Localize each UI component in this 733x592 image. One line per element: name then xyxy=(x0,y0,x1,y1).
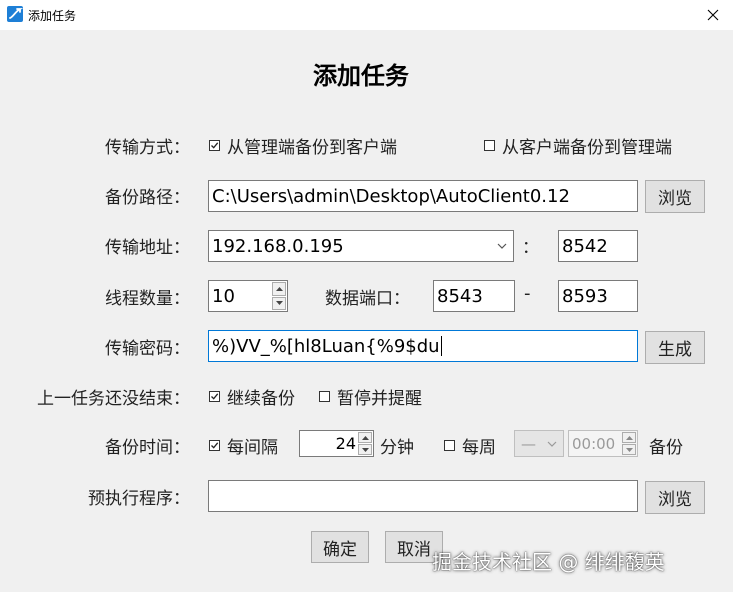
window-title: 添加任务 xyxy=(28,9,77,23)
weekday-select[interactable]: — xyxy=(514,430,564,457)
address-colon: ： xyxy=(522,238,539,258)
backup-path-label: 备份路径： xyxy=(105,188,190,208)
option-manager-to-client-label: 从管理端备份到客户端 xyxy=(227,138,397,158)
option-continue-backup-label: 继续备份 xyxy=(227,389,295,409)
arrow-up-icon xyxy=(361,435,369,440)
pre-exec-label: 预执行程序： xyxy=(88,489,190,509)
checkbox-pause-remind[interactable] xyxy=(319,391,330,402)
checkbox-client-to-manager[interactable] xyxy=(484,140,495,151)
minute-label: 分钟 xyxy=(380,438,414,458)
watermark: 掘金技术社区 @ 绯绯馥英 xyxy=(432,550,665,574)
option-client-to-manager[interactable]: 从客户端备份到管理端 xyxy=(484,133,672,158)
checkbox-interval[interactable] xyxy=(209,440,220,451)
arrow-down-icon xyxy=(361,447,369,452)
option-client-to-manager-label: 从客户端备份到管理端 xyxy=(502,138,672,158)
data-port-to-input[interactable]: 8593 xyxy=(558,280,638,312)
title-bar: 添加任务 xyxy=(0,0,733,30)
checkbox-weekly[interactable] xyxy=(444,440,455,451)
browse-pre-exec-button[interactable]: 浏览 xyxy=(645,481,705,514)
browse-backup-path-button[interactable]: 浏览 xyxy=(645,180,705,213)
data-port-dash: - xyxy=(524,283,531,304)
arrow-down-icon xyxy=(275,301,283,306)
threads-value: 10 xyxy=(212,285,235,307)
chevron-down-icon xyxy=(547,441,557,447)
password-input[interactable]: %)VV_%[hl8Luan{%9$du xyxy=(208,330,638,362)
arrow-down-icon xyxy=(625,447,633,452)
option-pause-remind-label: 暂停并提醒 xyxy=(337,389,422,409)
option-manager-to-client[interactable]: 从管理端备份到客户端 xyxy=(209,133,397,158)
password-value: %)VV_%[hl8Luan{%9$du xyxy=(212,335,440,357)
option-interval[interactable]: 每间隔 xyxy=(209,433,278,458)
threads-label: 线程数量： xyxy=(105,289,190,309)
data-port-label: 数据端口： xyxy=(325,289,410,309)
ok-button[interactable]: 确定 xyxy=(311,531,369,563)
unfinished-task-label: 上一任务还没结束： xyxy=(37,389,190,409)
interval-decrement-button[interactable] xyxy=(358,444,372,455)
time-decrement-button[interactable] xyxy=(622,444,636,455)
time-spin xyxy=(622,432,636,455)
transfer-address-label: 传输地址： xyxy=(105,238,190,258)
arrow-up-icon xyxy=(625,435,633,440)
option-interval-label: 每间隔 xyxy=(227,438,278,458)
backup-path-input[interactable]: C:\Users\admin\Desktop\AutoClient0.12 xyxy=(208,180,638,212)
generate-password-button[interactable]: 生成 xyxy=(645,331,705,364)
backup-time-label: 备份时间： xyxy=(105,438,190,458)
time-increment-button[interactable] xyxy=(622,432,636,443)
threads-stepper[interactable]: 10 xyxy=(208,280,288,312)
close-button[interactable] xyxy=(693,0,733,30)
interval-value: 24 xyxy=(335,434,356,453)
close-icon xyxy=(707,9,719,21)
threads-decrement-button[interactable] xyxy=(272,296,286,310)
text-caret xyxy=(440,336,442,356)
arrow-up-icon xyxy=(275,286,283,291)
weekday-value: — xyxy=(521,434,536,453)
page-title: 添加任务 xyxy=(313,61,409,90)
transfer-port-input[interactable]: 8542 xyxy=(558,230,638,262)
transfer-address-select[interactable]: 192.168.0.195 xyxy=(208,230,514,262)
time-value: 00:00 xyxy=(572,434,616,453)
transfer-mode-label: 传输方式： xyxy=(105,138,190,158)
interval-spin xyxy=(358,432,372,455)
chevron-down-icon xyxy=(497,243,507,249)
option-pause-remind[interactable]: 暂停并提醒 xyxy=(319,384,422,409)
checkbox-manager-to-client[interactable] xyxy=(209,140,220,151)
option-weekly-label: 每周 xyxy=(462,438,496,458)
time-stepper[interactable]: 00:00 xyxy=(568,430,638,457)
option-weekly[interactable]: 每周 xyxy=(444,433,496,458)
option-continue-backup[interactable]: 继续备份 xyxy=(209,384,295,409)
threads-spin xyxy=(272,282,286,310)
interval-increment-button[interactable] xyxy=(358,432,372,443)
backup-suffix-label: 备份 xyxy=(649,438,683,458)
checkbox-continue-backup[interactable] xyxy=(209,391,220,402)
password-label: 传输密码： xyxy=(105,339,190,359)
threads-increment-button[interactable] xyxy=(272,282,286,296)
data-port-from-input[interactable]: 8543 xyxy=(433,280,515,312)
app-icon xyxy=(7,6,24,22)
pre-exec-input[interactable] xyxy=(208,480,638,512)
interval-stepper[interactable]: 24 xyxy=(299,430,374,457)
transfer-address-value: 192.168.0.195 xyxy=(212,235,344,257)
